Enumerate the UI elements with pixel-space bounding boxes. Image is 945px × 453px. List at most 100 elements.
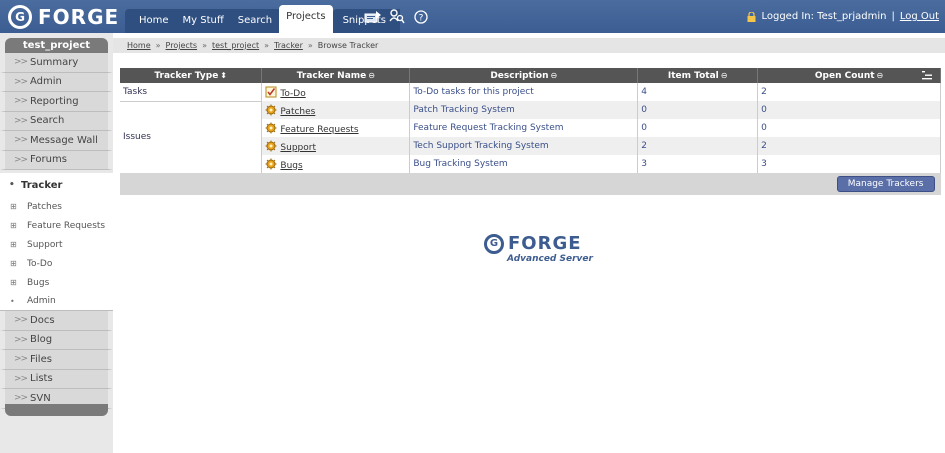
user-separator: |: [891, 11, 895, 22]
main-nav: Home My Stuff Search Projects Snippets: [125, 5, 401, 33]
breadcrumb-separator: »: [307, 41, 313, 50]
column-header-label: Open Count: [814, 70, 875, 81]
item-total-cell: 3: [637, 155, 759, 173]
column-header-tracker-name[interactable]: Tracker Name ⊖: [261, 68, 411, 83]
sidebar-item-docs[interactable]: >> Docs: [0, 311, 113, 331]
sidebar-item-label: Search: [30, 115, 65, 127]
sort-icon: ⊖: [876, 70, 884, 80]
column-header-open-count[interactable]: Open Count ⊖: [757, 68, 941, 83]
column-header-label: Tracker Type: [154, 70, 219, 81]
tracker-name-cell: Bugs: [261, 155, 411, 173]
table-header-row: Tracker Type ⬍ Tracker Name ⊖ Description ⊖…: [120, 68, 941, 83]
chevron-right-icon: >>: [14, 115, 28, 126]
forge-logo-text: FORGE: [38, 5, 120, 29]
sidebar-item-files[interactable]: >> Files: [0, 350, 113, 370]
sidebar-item-message-wall[interactable]: >> Message Wall: [0, 131, 113, 151]
bug-gear-icon: [265, 122, 277, 133]
breadcrumb-current: Browse Tracker: [317, 41, 379, 50]
description-cell: Feature Request Tracking System: [409, 119, 639, 137]
nav-tab-projects[interactable]: Projects: [279, 5, 333, 33]
footer-logo: G FORGE Advanced Server: [484, 233, 604, 273]
tracker-name-cell: To-Do: [261, 83, 411, 101]
column-header-label: Tracker Name: [296, 70, 367, 81]
forge-footer-logo-text: FORGE: [508, 233, 582, 254]
expand-box-icon: ⊞: [10, 278, 17, 287]
sidebar-item-search[interactable]: >> Search: [0, 111, 113, 131]
item-total-cell: 0: [637, 119, 759, 137]
column-header-label: Item Total: [667, 70, 719, 81]
table-footer-row: Manage Trackers: [120, 173, 941, 195]
sort-icon: ⊖: [550, 70, 558, 80]
sidebar-item-label: Files: [30, 353, 52, 365]
nav-tab-my-stuff[interactable]: My Stuff: [175, 9, 231, 33]
tracker-link-patches[interactable]: Patches: [280, 107, 315, 117]
sidebar-subitem-patches[interactable]: ⊞ Patches: [0, 197, 113, 216]
tracker-name-cell: Patches: [261, 101, 411, 119]
open-count-cell: 2: [757, 137, 941, 155]
sidebar-item-forums[interactable]: >> Forums: [0, 150, 113, 170]
description-cell: Bug Tracking System: [409, 155, 639, 173]
bullet-icon: •: [10, 296, 15, 306]
column-header-description[interactable]: Description ⊖: [409, 68, 639, 83]
column-header-tracker-type[interactable]: Tracker Type ⬍: [120, 68, 263, 83]
chevron-right-icon: >>: [14, 393, 28, 404]
sidebar-item-label: Forums: [30, 154, 67, 166]
expand-box-icon: ⊞: [10, 240, 17, 249]
bug-gear-icon: [265, 158, 277, 169]
expand-box-icon: ⊞: [10, 221, 17, 230]
chevron-right-icon: >>: [14, 315, 28, 326]
sidebar-item-reporting[interactable]: >> Reporting: [0, 92, 113, 112]
table-footer-cell: Manage Trackers: [120, 173, 941, 195]
sidebar-subitem-to-do[interactable]: ⊞ To-Do: [0, 254, 113, 273]
sidebar-subitem-support[interactable]: ⊞ Support: [0, 235, 113, 254]
forge-footer-logo-icon: G: [484, 233, 504, 254]
breadcrumb-tracker[interactable]: Tracker: [274, 41, 303, 50]
ticket-icon[interactable]: [364, 9, 382, 24]
column-header-label: Description: [490, 70, 549, 81]
svg-text:?: ?: [419, 13, 424, 23]
tracker-link-to-do[interactable]: To-Do: [280, 89, 305, 99]
chevron-right-icon: >>: [14, 334, 28, 345]
sidebar-item-label: Summary: [30, 56, 79, 68]
sidebar-subitem-label: Support: [27, 239, 63, 250]
forge-logo-icon: G: [8, 5, 32, 29]
breadcrumb-project[interactable]: test_project: [212, 41, 259, 50]
sidebar-item-summary[interactable]: >> Summary: [0, 53, 113, 73]
tracker-link-bugs[interactable]: Bugs: [280, 161, 302, 171]
tracker-type-cell: Issues: [120, 101, 263, 173]
sidebar-project-title: test_project: [5, 38, 108, 53]
chevron-right-icon: >>: [14, 135, 28, 146]
breadcrumb-home[interactable]: Home: [127, 41, 151, 50]
tracker-link-feature-requests[interactable]: Feature Requests: [280, 125, 358, 135]
column-header-item-total[interactable]: Item Total ⊖: [637, 68, 759, 83]
sidebar-subitem-admin[interactable]: • Admin: [0, 292, 113, 311]
todo-checklist-icon: [265, 86, 277, 97]
description-cell: To-Do tasks for this project: [409, 83, 639, 101]
sidebar-item-tracker[interactable]: • Tracker: [0, 173, 113, 197]
sidebar-subitem-feature-requests[interactable]: ⊞ Feature Requests: [0, 216, 113, 235]
search-person-icon[interactable]: [388, 9, 406, 24]
nav-tab-home[interactable]: Home: [125, 9, 176, 33]
forge-logo[interactable]: G FORGE: [8, 4, 119, 30]
manage-trackers-button[interactable]: Manage Trackers: [836, 176, 935, 192]
bug-gear-icon: [265, 140, 277, 151]
sort-active-icon: ⬍: [220, 70, 227, 80]
sidebar-item-lists[interactable]: >> Lists: [0, 369, 113, 389]
sidebar-subitem-bugs[interactable]: ⊞ Bugs: [0, 273, 113, 292]
expand-box-icon: ⊞: [10, 259, 17, 268]
sidebar-item-admin[interactable]: >> Admin: [0, 72, 113, 92]
top-icons: ?: [364, 9, 430, 24]
description-cell: Patch Tracking System: [409, 101, 639, 119]
sidebar-item-blog[interactable]: >> Blog: [0, 330, 113, 350]
breadcrumb-projects[interactable]: Projects: [166, 41, 198, 50]
nav-tab-search[interactable]: Search: [230, 9, 280, 33]
lock-icon: [747, 11, 756, 22]
chevron-right-icon: >>: [14, 354, 28, 365]
sidebar-item-label: SVN: [30, 392, 51, 404]
tracker-link-support[interactable]: Support: [280, 143, 316, 153]
sidebar-item-label: Blog: [30, 334, 53, 346]
help-icon[interactable]: ?: [412, 9, 430, 24]
logout-link[interactable]: Log Out: [900, 11, 939, 22]
column-options-icon[interactable]: [922, 71, 932, 80]
logged-in-label: Logged In: Test_prjadmin: [761, 11, 887, 22]
